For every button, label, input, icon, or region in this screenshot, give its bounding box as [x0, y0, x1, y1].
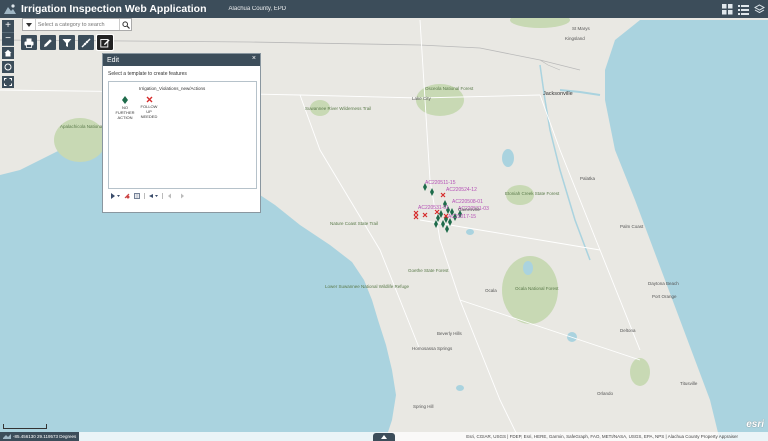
print-button[interactable]	[21, 35, 37, 50]
edit-tools	[111, 193, 185, 199]
chevron-up-icon	[381, 435, 387, 439]
filter-icon	[62, 38, 72, 47]
template-label: ACTION	[117, 115, 133, 120]
search-input[interactable]	[35, 19, 120, 30]
undo-icon[interactable]	[167, 193, 174, 199]
vertex-tool-icon[interactable]	[149, 193, 158, 199]
select-tool-icon[interactable]	[111, 193, 120, 199]
place-label: Osceola National Forest	[425, 86, 474, 91]
green-diamond-icon	[122, 96, 128, 104]
fullscreen-icon	[4, 78, 12, 86]
place-label: Etoniah Creek State Forest	[505, 191, 560, 196]
place-label: Palm Coast	[620, 224, 644, 229]
map-attribution: Esri, CGIAR, USGS | FDEP, Esri, HERE, Ga…	[466, 434, 738, 439]
search-icon	[121, 20, 130, 29]
scale-bar	[3, 424, 47, 429]
place-label: Lake City	[412, 96, 432, 101]
place-label: Ocala National Forest	[515, 286, 559, 291]
locate-button[interactable]	[2, 61, 14, 73]
place-label: Titusville	[680, 381, 698, 386]
lake	[466, 229, 474, 235]
print-icon	[24, 38, 34, 48]
edit-panel-header: Edit ×	[103, 54, 260, 66]
chevron-down-icon	[25, 22, 32, 27]
zoom-in-button[interactable]: +	[2, 20, 14, 33]
place-label: Orlando	[597, 391, 614, 396]
home-button[interactable]	[2, 47, 14, 59]
filter-button[interactable]	[59, 35, 75, 50]
toolbar-separator	[144, 193, 145, 199]
place-label: Daytona Beach	[648, 281, 679, 286]
lake	[456, 385, 464, 391]
measure-icon	[81, 38, 91, 47]
zoom-controls: + −	[2, 20, 14, 46]
place-label: Goethe State Forest	[408, 268, 449, 273]
place-label: Ocala	[485, 288, 497, 293]
inspection-label: AC220511-15	[425, 180, 456, 186]
app-subtitle: Alachua County, EPD	[228, 6, 287, 12]
inspection-label: AC220508-01	[452, 199, 483, 205]
place-label: Deltona	[620, 328, 636, 333]
close-button[interactable]: ×	[252, 55, 256, 62]
lake	[502, 149, 514, 167]
esri-logo: esri	[746, 419, 764, 430]
place-label: Port Orange	[652, 294, 677, 299]
template-picker: Irrigation_Violations_new/Actions NO FUR…	[108, 81, 257, 189]
toolbar-separator	[162, 193, 163, 199]
template-label: NEEDED	[140, 114, 158, 119]
layers-icon[interactable]	[753, 2, 766, 14]
search-bar	[22, 18, 132, 31]
draw-button[interactable]	[40, 35, 56, 50]
search-category-dropdown[interactable]	[23, 19, 36, 30]
delete-icon[interactable]	[124, 193, 130, 199]
redo-icon[interactable]	[178, 193, 185, 199]
place-label: Gainesville	[458, 207, 481, 212]
place-label: Palatka	[580, 176, 596, 181]
place-label: Kingsland	[565, 36, 585, 41]
header-tools	[722, 2, 766, 15]
place-label: Suwannee River Wilderness Trail	[305, 106, 371, 111]
locate-icon	[4, 63, 12, 71]
edit-icon	[100, 38, 110, 47]
measure-button[interactable]	[78, 35, 94, 50]
red-x-icon	[146, 96, 152, 103]
app-title: Irrigation Inspection Web Application	[21, 3, 207, 15]
edit-panel-title: Edit	[107, 56, 120, 64]
inspection-label: AC220531-01	[418, 205, 449, 211]
app-header: Irrigation Inspection Web Application Al…	[0, 0, 768, 18]
place-label: Spring Hill	[413, 404, 434, 409]
widget-toolbar	[21, 34, 114, 51]
coordinates-readout: -85.456130 29.119573 Degrees	[0, 432, 80, 441]
inspection-label: AC22017-15	[448, 214, 476, 220]
edit-panel: Edit × Select a template to create featu…	[102, 53, 261, 213]
coordinates-text: -85.456130 29.119573 Degrees	[13, 434, 77, 439]
forest-area	[630, 358, 650, 386]
attributes-icon[interactable]	[134, 193, 140, 199]
edit-button[interactable]	[96, 34, 114, 51]
fullscreen-button[interactable]	[2, 76, 14, 88]
map-icon	[3, 434, 11, 439]
inspection-label: AC220524-12	[446, 187, 477, 193]
place-label: Beverly Hills	[437, 331, 463, 336]
app-logo-icon	[2, 2, 18, 16]
lake	[523, 261, 533, 275]
place-label: Nature Coast State Trail	[330, 221, 378, 226]
place-label: St Marys	[572, 26, 591, 31]
zoom-out-button[interactable]: −	[2, 33, 14, 46]
collapse-panel-button[interactable]	[373, 433, 395, 441]
search-button[interactable]	[119, 19, 131, 30]
layer-name: Irrigation_Violations_new/Actions	[139, 86, 206, 91]
list-icon[interactable]	[738, 2, 749, 15]
home-icon	[4, 49, 12, 57]
pencil-icon	[44, 38, 52, 47]
grid-icon[interactable]	[722, 2, 733, 15]
place-label: Homosassa Springs	[412, 346, 453, 351]
template-no-further-action[interactable]: NO FURTHER ACTION	[113, 96, 137, 120]
place-label: Lower Suwannee National Wildlife Refuge	[325, 284, 410, 289]
place-label: Jacksonville	[543, 91, 573, 97]
edit-instruction: Select a template to create features	[108, 71, 187, 77]
template-follow-up-needed[interactable]: FOLLOW UP NEEDED	[137, 96, 161, 119]
